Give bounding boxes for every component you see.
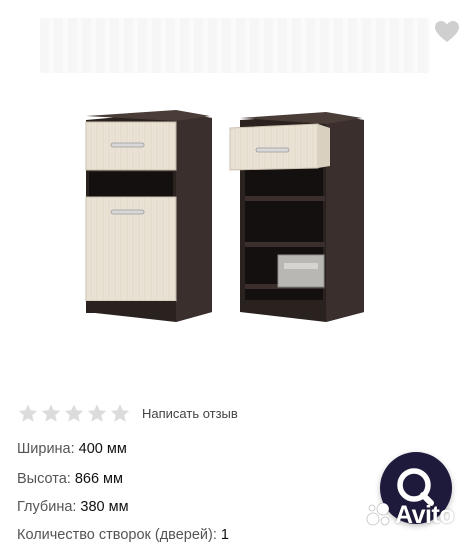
star-icon[interactable]	[40, 403, 62, 424]
spec-label: Ширина:	[17, 441, 75, 457]
spec-doors: Количество створок (дверей): 1	[17, 527, 229, 543]
star-icon[interactable]	[86, 403, 108, 424]
cabinet-open	[229, 112, 364, 322]
spec-value: 866 мм	[74, 471, 123, 487]
spec-value: 1	[220, 527, 229, 543]
spec-width: Ширина: 400 мм	[17, 441, 127, 457]
spec-label: Глубина:	[17, 499, 77, 515]
write-review-link[interactable]: Написать отзыв	[142, 406, 238, 421]
avito-wordmark: Avito	[395, 500, 455, 529]
spec-height: Высота: 866 мм	[17, 471, 123, 487]
rating-row: Написать отзыв	[17, 402, 238, 424]
spec-label: Количество створок (дверей):	[17, 527, 217, 543]
spec-depth: Глубина: 380 мм	[17, 499, 129, 515]
cabinet-closed	[85, 110, 212, 322]
heart-icon[interactable]	[434, 20, 460, 44]
spec-value: 400 мм	[78, 441, 127, 457]
spec-value: 380 мм	[80, 499, 129, 515]
product-image[interactable]	[0, 0, 473, 372]
star-icon[interactable]	[17, 403, 39, 424]
star-icon[interactable]	[63, 403, 85, 424]
avito-dots-icon	[366, 502, 390, 526]
seller-watermark	[40, 18, 430, 73]
avito-logo: Avito	[366, 500, 455, 530]
spec-label: Высота:	[17, 471, 71, 487]
star-icon[interactable]	[109, 403, 131, 424]
